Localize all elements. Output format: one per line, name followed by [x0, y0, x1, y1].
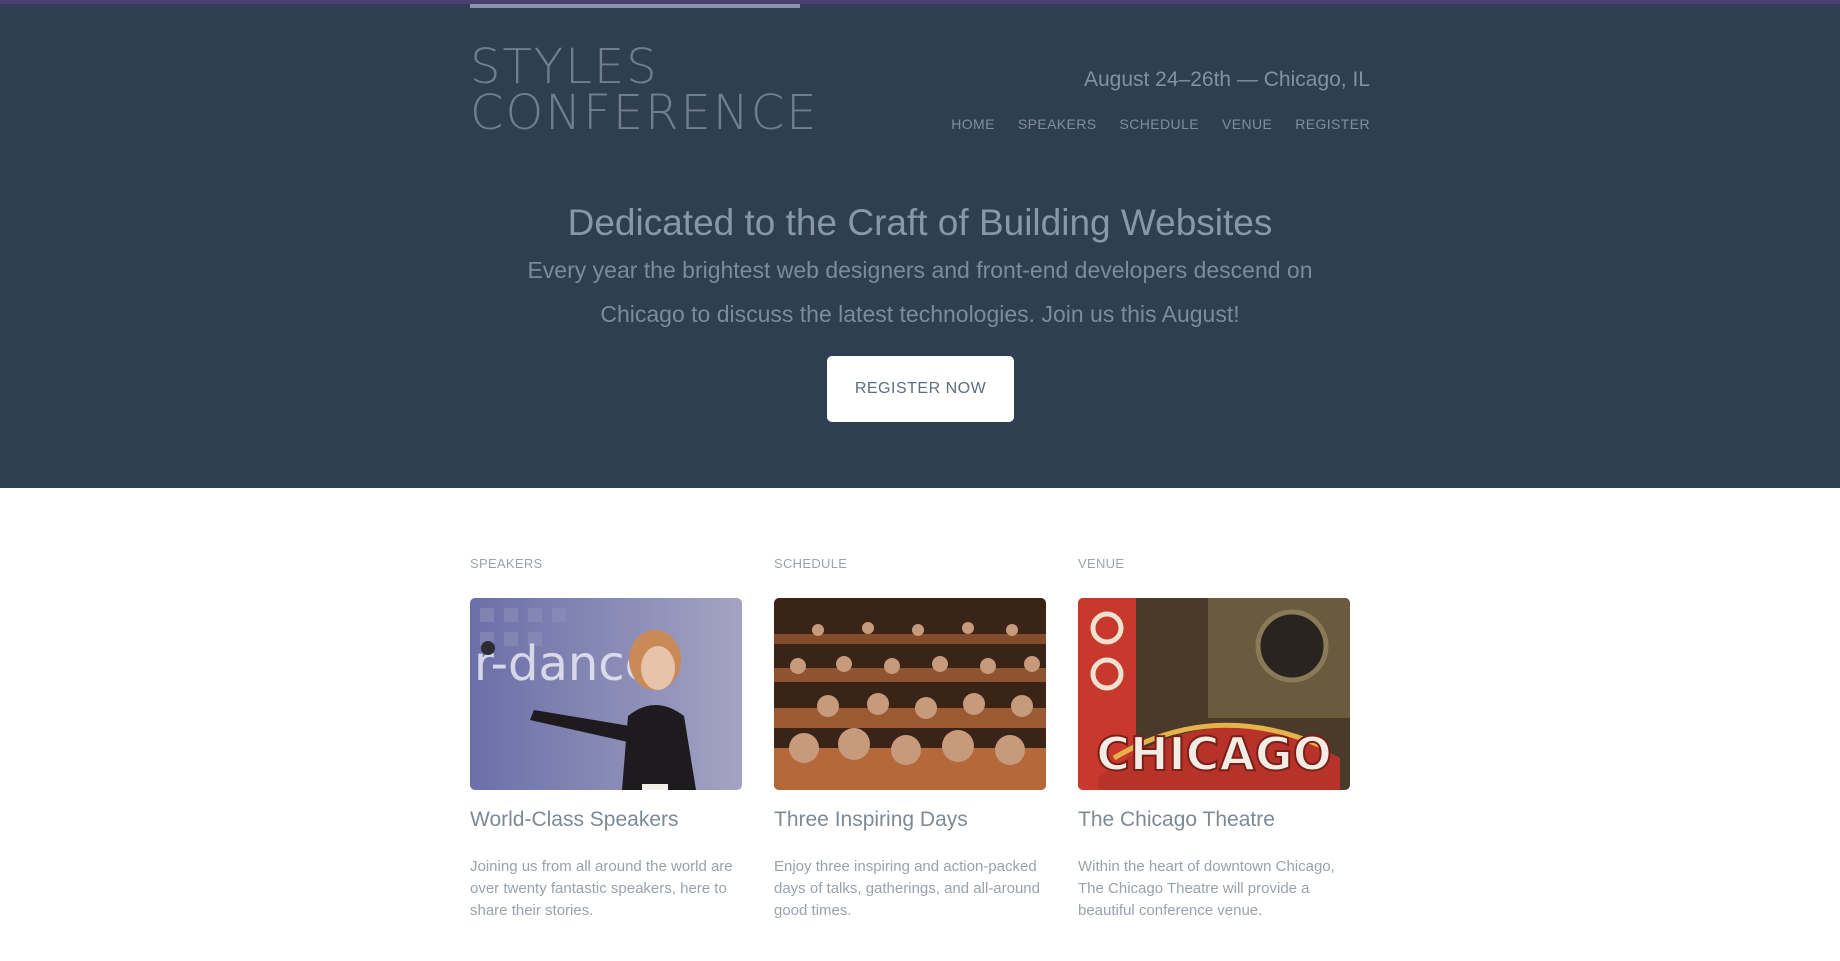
nav-venue[interactable]: VENUE: [1222, 116, 1272, 132]
chicago-theatre-photo[interactable]: CHICAGO: [1078, 598, 1350, 790]
speaker-photo[interactable]: r-dance: [470, 598, 742, 790]
nav-schedule[interactable]: SCHEDULE: [1120, 116, 1199, 132]
site-logo[interactable]: STYLES CONFERENCE: [470, 39, 830, 141]
hero-content: STYLES CONFERENCE August 24–26th — Chica…: [470, 0, 1370, 488]
nav-speakers[interactable]: SPEAKERS: [1018, 116, 1097, 132]
logo-accent-bar: [470, 4, 800, 8]
logo-line-2: CONFERENCE: [470, 85, 819, 141]
feature-title-speakers: World-Class Speakers: [470, 808, 679, 831]
features-section: SPEAKERS r-dance World-Class Speakers Jo…: [470, 540, 1370, 960]
nav-register[interactable]: REGISTER: [1295, 116, 1370, 132]
hero-description: Every year the brightest web designers a…: [527, 257, 1313, 327]
feature-text-venue: Within the heart of downtown Chicago, Th…: [1078, 858, 1335, 919]
feature-text-schedule: Enjoy three inspiring and action-packed …: [774, 858, 1040, 919]
chicago-sign-text: CHICAGO: [1096, 727, 1332, 781]
feature-title-schedule: Three Inspiring Days: [774, 808, 968, 831]
feature-text-speakers: Joining us from all around the world are…: [470, 858, 733, 919]
event-tagline: August 24–26th — Chicago, IL: [1083, 68, 1370, 91]
nav-home[interactable]: HOME: [951, 116, 995, 132]
logo-line-1: STYLES: [470, 39, 659, 95]
feature-label-venue: VENUE: [1078, 556, 1125, 571]
hero-heading: Dedicated to the Craft of Building Websi…: [567, 202, 1273, 243]
svg-text:r-dance: r-dance: [474, 636, 654, 692]
register-now-button[interactable]: REGISTER NOW: [827, 356, 1014, 422]
feature-label-schedule: SCHEDULE: [774, 556, 848, 571]
feature-title-venue: The Chicago Theatre: [1078, 808, 1275, 831]
primary-nav: HOME SPEAKERS SCHEDULE VENUE REGISTER: [928, 116, 1370, 132]
audience-photo[interactable]: [774, 598, 1046, 790]
feature-label-speakers: SPEAKERS: [470, 556, 543, 571]
